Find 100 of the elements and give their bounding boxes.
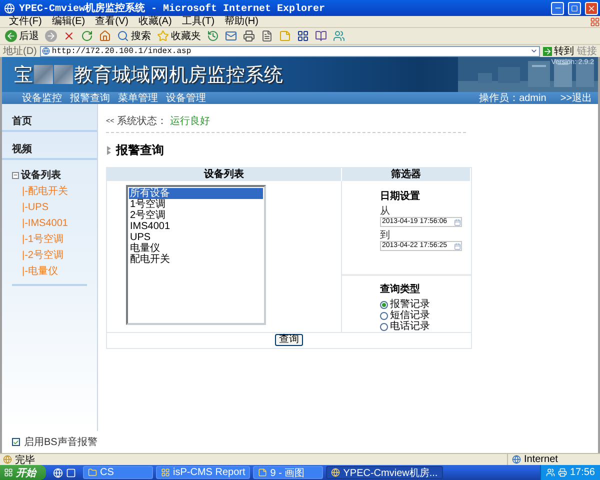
favorites-button[interactable]: 收藏夹	[155, 28, 203, 44]
back-button[interactable]: 后退	[3, 28, 41, 44]
section-title: 查询类型	[380, 282, 420, 296]
globe-icon	[331, 468, 340, 477]
globe-icon	[512, 455, 521, 464]
status-value: 运行良好	[170, 114, 210, 128]
printer-icon[interactable]	[558, 468, 567, 477]
grid-icon	[297, 30, 309, 42]
collapse-icon[interactable]	[12, 172, 19, 178]
home-button[interactable]	[97, 28, 113, 44]
list-option[interactable]: 配电开关	[129, 254, 263, 265]
search-icon	[117, 30, 129, 42]
page-heading: 报警查询	[116, 142, 164, 159]
people-icon	[333, 30, 345, 42]
maximize-button[interactable]	[568, 2, 581, 14]
taskbar-button[interactable]: YPEC-Cmview机房...	[326, 466, 443, 479]
blurred-patch	[54, 65, 73, 84]
operator-label: 操作员：admin	[479, 92, 546, 105]
blurred-patch	[34, 65, 53, 84]
people-icon[interactable]	[546, 468, 555, 477]
status-label: 系统状态：	[117, 114, 168, 128]
radio-label[interactable]: 短信记录	[390, 310, 430, 321]
list-option[interactable]: 1号空调	[129, 199, 263, 210]
nav-link[interactable]: 设备管理	[166, 91, 214, 105]
menu-item[interactable]: 编辑(E)	[46, 16, 90, 28]
arrow-left-icon	[5, 30, 17, 42]
page-icon	[3, 455, 12, 464]
browser-icon[interactable]	[53, 468, 63, 478]
start-button[interactable]: 开始	[0, 465, 46, 480]
close-icon	[587, 4, 596, 12]
section-title: 日期设置	[380, 190, 420, 203]
list-option[interactable]: UPS	[129, 232, 263, 243]
column-header: 设备列表	[107, 168, 342, 181]
taskbar-button[interactable]: CS	[83, 466, 153, 479]
nav-link[interactable]: 报警查询	[70, 91, 118, 105]
menu-item[interactable]: 文件(F)	[4, 16, 47, 28]
dropdown-icon[interactable]	[530, 47, 538, 55]
list-option[interactable]: 所有设备	[129, 188, 263, 199]
app-button[interactable]	[295, 28, 311, 44]
list-option[interactable]: 2号空调	[129, 210, 263, 221]
bullet-icon	[106, 146, 113, 155]
arrow-right-icon	[45, 30, 57, 42]
close-button[interactable]	[585, 2, 598, 14]
calendar-icon[interactable]	[454, 218, 461, 226]
sidebar-item[interactable]: 视频	[2, 140, 97, 160]
windows-logo-icon	[590, 16, 600, 26]
logout-link[interactable]: >>退出	[560, 91, 592, 105]
printer-icon	[243, 30, 255, 42]
taskbar-button[interactable]: isP-CMS Report	[156, 466, 250, 479]
history-button[interactable]	[205, 28, 221, 44]
search-button[interactable]: 搜索	[115, 28, 153, 44]
home-icon	[99, 30, 111, 42]
star-icon	[157, 30, 169, 42]
menu-item[interactable]: 查看(V)	[90, 16, 134, 28]
radio-button[interactable]	[380, 322, 388, 330]
page-icon	[42, 47, 50, 55]
research-button[interactable]	[313, 28, 329, 44]
mail-button[interactable]	[223, 28, 239, 44]
minimize-button[interactable]	[551, 2, 564, 14]
menu-item[interactable]: 帮助(H)	[220, 16, 264, 28]
desktop-icon[interactable]	[66, 468, 76, 478]
radio-button[interactable]	[380, 300, 388, 308]
note-icon	[279, 30, 291, 42]
sidebar-item[interactable]: 首页	[2, 112, 97, 132]
calendar-icon[interactable]	[454, 242, 461, 250]
clock: 17:56	[570, 467, 595, 478]
menu-item[interactable]: 收藏(A)	[133, 16, 177, 28]
print-button[interactable]	[241, 28, 257, 44]
close-icon	[63, 30, 75, 42]
tree-label[interactable]: 设备列表	[21, 168, 61, 182]
document-icon	[261, 30, 273, 42]
maximize-icon	[571, 4, 578, 12]
list-option[interactable]: IMS4001	[129, 221, 263, 232]
folder-icon	[88, 468, 97, 477]
refresh-icon	[81, 30, 93, 42]
refresh-button[interactable]	[79, 28, 95, 44]
banner-title: 教育城域网机房监控系统	[74, 64, 283, 88]
arrow-right-icon	[543, 46, 552, 56]
checkbox[interactable]	[12, 438, 20, 446]
taskbar-button[interactable]: 9 - 画图	[253, 466, 324, 479]
list-option[interactable]: 电量仪	[129, 243, 263, 254]
go-button[interactable]: 转到	[543, 44, 574, 58]
radio-label[interactable]: 报警记录	[390, 299, 430, 310]
checkbox-label[interactable]: 启用BS声音报警	[24, 435, 98, 449]
query-button[interactable]: 查询	[275, 334, 303, 346]
messenger-button[interactable]	[331, 28, 347, 44]
address-label: 地址(D)	[3, 44, 37, 58]
radio-button[interactable]	[380, 312, 388, 320]
windows-logo-icon	[4, 468, 13, 477]
menu-item[interactable]: 工具(T)	[176, 16, 220, 28]
nav-link[interactable]: 菜单管理	[118, 91, 166, 105]
address-field[interactable]: http://172.20.100.1/index.asp	[40, 46, 540, 56]
field-label: 从	[380, 206, 390, 217]
grid-icon	[161, 468, 170, 477]
window-title: YPEC-Cmview机房监控系统 - Microsoft Internet Explorer	[19, 1, 326, 15]
column-header: 筛选器	[342, 168, 471, 181]
nav-link[interactable]: 设备监控	[22, 91, 70, 105]
radio-label[interactable]: 电话记录	[390, 321, 430, 332]
device-listbox[interactable]: 所有设备 1号空调 2号空调 IMS4001 UPS 电量仪 配电开关	[126, 185, 266, 325]
book-icon	[315, 30, 327, 42]
